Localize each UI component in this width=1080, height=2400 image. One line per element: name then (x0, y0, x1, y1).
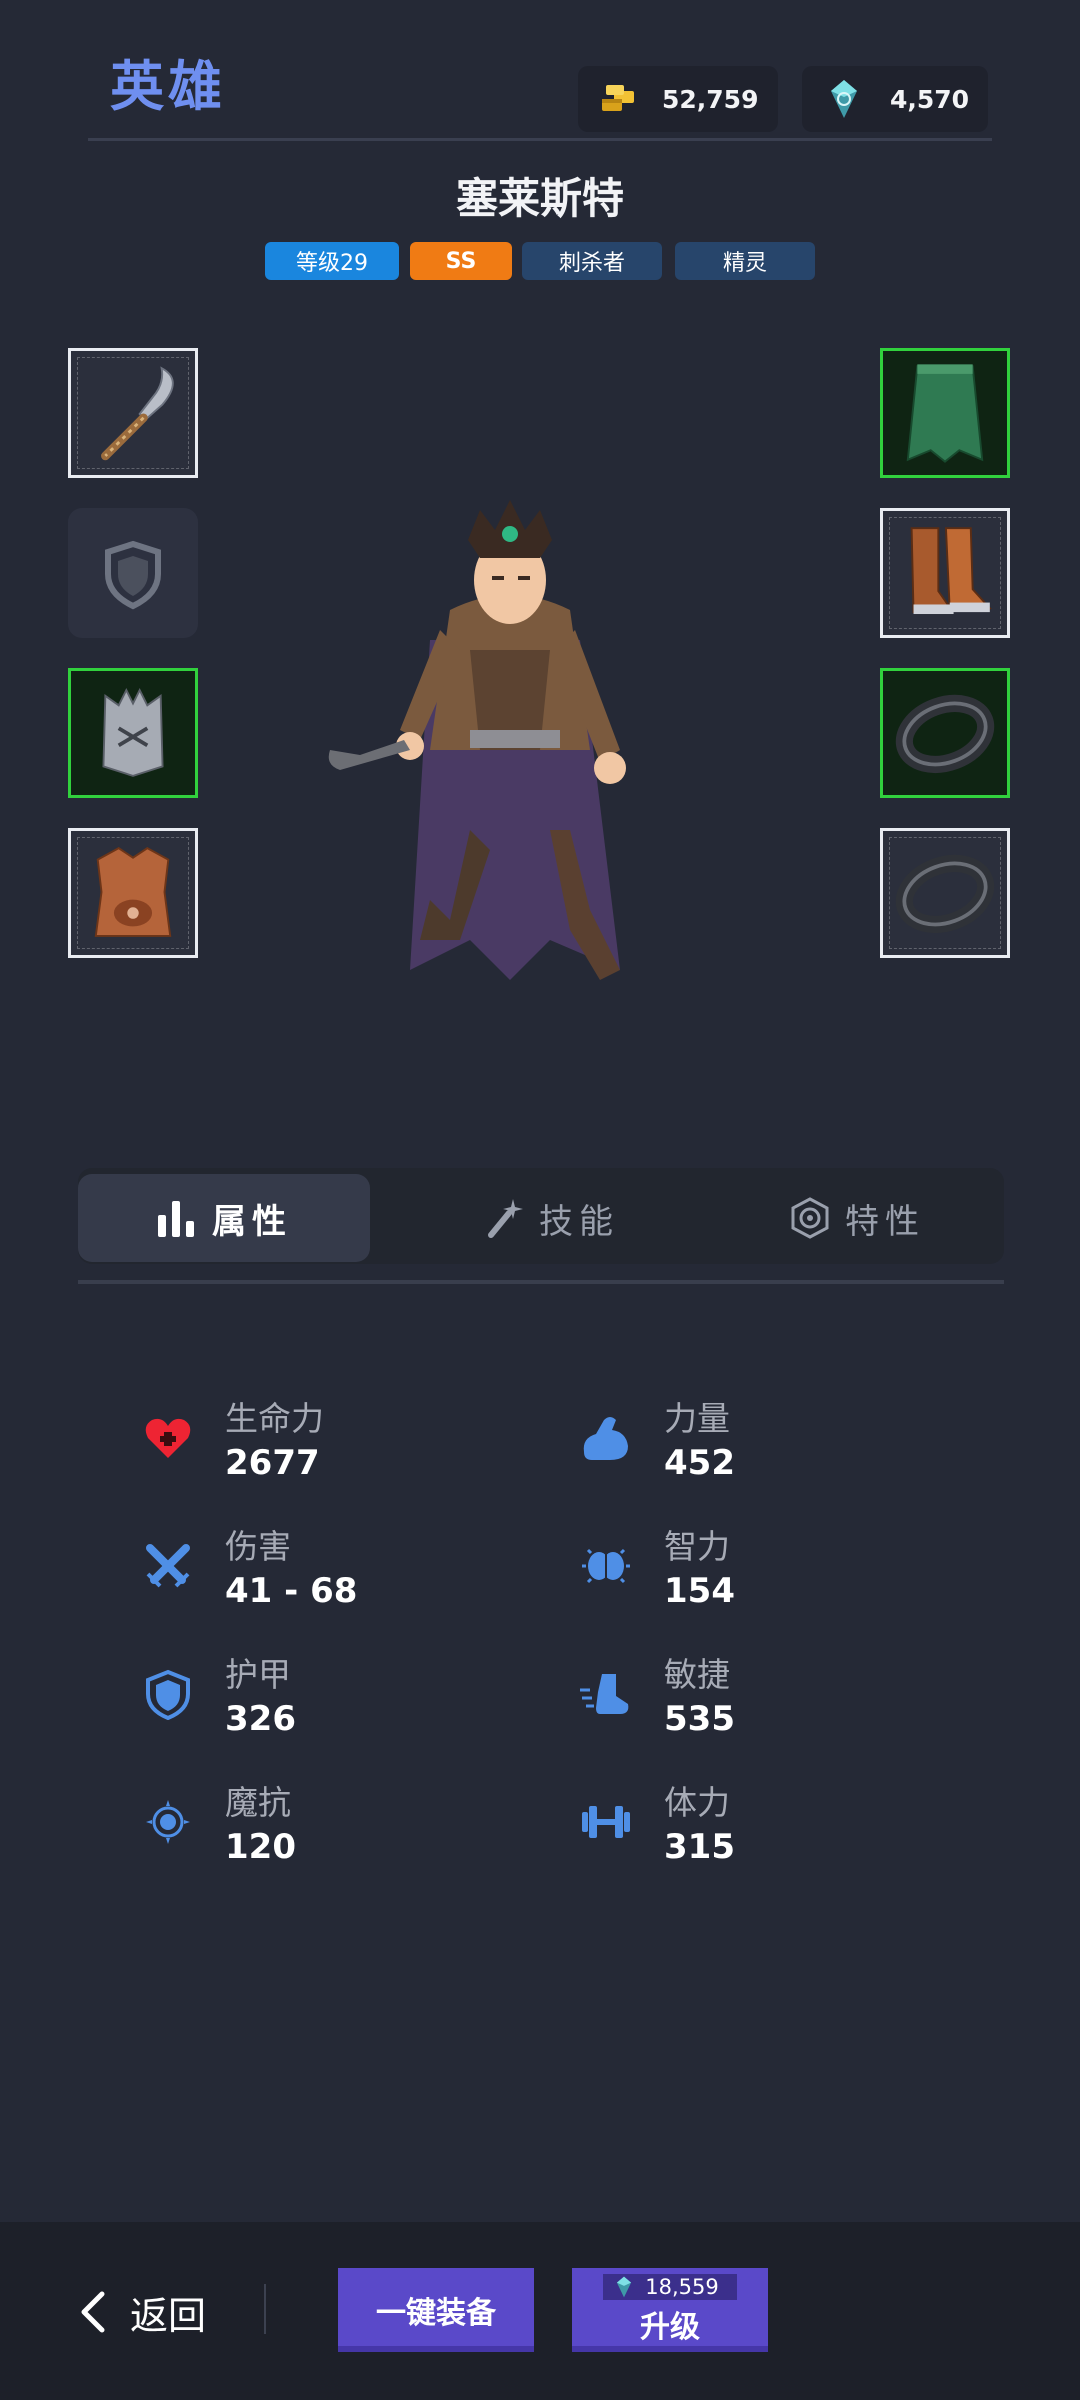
tab-divider (78, 1280, 1004, 1284)
stat-magic-resist-value: 120 (225, 1827, 296, 1867)
bar-chart-icon (158, 1201, 194, 1237)
stat-strength-value: 452 (664, 1443, 735, 1483)
tab-skills[interactable]: 技能 (395, 1174, 707, 1262)
stat-magic-resist-label: 魔抗 (225, 1783, 291, 1822)
hero-figure (328, 500, 626, 980)
equip-slot-helmet[interactable] (68, 668, 198, 798)
rank-tag: SS (410, 242, 512, 280)
heart-plus-icon (145, 1418, 191, 1458)
brain-icon (582, 1548, 630, 1584)
shield-icon (146, 1669, 190, 1720)
crossed-swords-icon (146, 1544, 190, 1588)
gem-counter[interactable]: 4,570 (802, 66, 988, 132)
gold-bars-icon (602, 85, 634, 111)
equip-slot-ring-1[interactable] (880, 668, 1010, 798)
equip-slot-offhand-empty[interactable] (68, 508, 198, 638)
auto-equip-button[interactable]: 一键装备 (338, 2268, 534, 2352)
level-tag: 等级29 (265, 242, 399, 280)
trait-badge-icon (791, 1197, 829, 1239)
upgrade-button[interactable]: 18,559 升级 (572, 2268, 768, 2352)
chevron-left-icon (81, 2291, 105, 2333)
crystal-icon (617, 2276, 632, 2298)
page-title: 英雄 (110, 55, 226, 118)
upgrade-label: 升级 (640, 2310, 700, 2345)
back-button[interactable]: 返回 (76, 2282, 206, 2342)
tab-skills-label: 技能 (539, 1201, 619, 1242)
upgrade-cost: 18,559 (603, 2274, 737, 2300)
equip-slot-ring-2[interactable] (880, 828, 1010, 958)
ring-icon (895, 694, 995, 774)
crystal-icon (831, 80, 857, 118)
shield-slot-empty-icon (105, 540, 161, 610)
chest-armor-icon (94, 847, 172, 937)
stat-agility-value: 535 (664, 1699, 735, 1739)
cloak-icon (906, 364, 984, 463)
flexed-arm-icon (583, 1417, 628, 1460)
stat-agility-label: 敏捷 (664, 1655, 730, 1694)
stat-damage-value: 41 - 68 (225, 1571, 358, 1611)
bottom-separator (264, 2284, 266, 2334)
gem-value: 4,570 (890, 84, 970, 114)
tab-traits-label: 特性 (845, 1201, 925, 1242)
race-tag: 精灵 (675, 242, 815, 280)
stat-stamina-value: 315 (664, 1827, 735, 1867)
equip-slot-boots[interactable] (880, 508, 1010, 638)
stat-stamina-label: 体力 (664, 1783, 730, 1822)
stat-health-value: 2677 (225, 1443, 320, 1483)
gold-counter[interactable]: 52,759 (578, 66, 778, 132)
boot-dash-icon (580, 1674, 629, 1714)
stat-armor-label: 护甲 (225, 1655, 291, 1694)
dumbbell-icon (582, 1806, 630, 1838)
upgrade-cost-value: 18,559 (645, 2275, 719, 2299)
boots-icon (910, 527, 992, 615)
tab-attributes[interactable]: 属性 (78, 1174, 370, 1262)
stat-intelligence-label: 智力 (664, 1527, 730, 1566)
stat-damage-label: 伤害 (225, 1527, 291, 1566)
tab-traits[interactable]: 特性 (710, 1174, 1004, 1262)
stat-intelligence-value: 154 (664, 1571, 735, 1611)
class-tag: 刺杀者 (522, 242, 662, 280)
ring-icon (895, 854, 995, 934)
weapon-sickle-icon (101, 366, 174, 461)
helmet-icon (102, 687, 164, 777)
stat-strength-label: 力量 (664, 1399, 730, 1438)
magic-wand-icon (488, 1199, 523, 1238)
magic-resist-icon (146, 1800, 190, 1844)
auto-equip-label: 一键装备 (376, 2296, 496, 2331)
equip-slot-weapon[interactable] (68, 348, 198, 478)
equip-slot-cloak[interactable] (880, 348, 1010, 478)
back-label: 返回 (130, 2293, 207, 2338)
stat-health-label: 生命力 (225, 1399, 324, 1438)
gold-value: 52,759 (662, 84, 759, 114)
stat-armor-value: 326 (225, 1699, 296, 1739)
tab-attributes-label: 属性 (212, 1201, 292, 1242)
equip-slot-chest[interactable] (68, 828, 198, 958)
header-divider (88, 138, 992, 141)
hero-name: 塞莱斯特 (455, 174, 624, 223)
